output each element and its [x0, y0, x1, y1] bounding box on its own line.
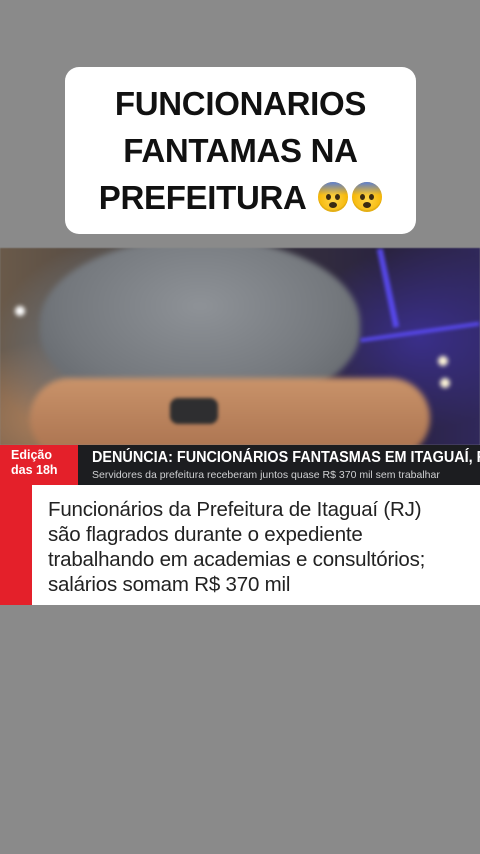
video-watch: [170, 398, 218, 424]
edition-badge: Edição das 18h: [0, 445, 78, 485]
caption-line-3-text: PREFEITURA: [98, 179, 306, 216]
edition-time: das 18h: [11, 463, 58, 477]
caption-line-1: FUNCIONARIOS: [114, 85, 367, 122]
fearful-face-icon: [318, 182, 349, 212]
video-person-arm: [30, 378, 430, 445]
news-subline: Servidores da prefeitura receberam junto…: [92, 469, 440, 481]
caption-line-3: PREFEITURA: [99, 174, 383, 221]
story-card: Funcionários da Prefeitura de Itaguaí (R…: [0, 485, 480, 605]
caption-box: FUNCIONARIOS FANTAMAS NA PREFEITURA: [65, 67, 416, 234]
news-headline: DENÚNCIA: FUNCIONÁRIOS FANTASMAS EM ITAG…: [92, 449, 480, 466]
story-accent-bar: [0, 485, 32, 605]
fearful-face-icon: [352, 182, 383, 212]
video-frame[interactable]: [0, 248, 480, 445]
edition-label: Edição: [11, 448, 52, 462]
story-line: Funcionários da Prefeitura de Itaguaí (R…: [48, 498, 422, 521]
story-line: são flagrados durante o expediente: [48, 523, 363, 546]
news-lower-third: Edição das 18h DENÚNCIA: FUNCIONÁRIOS FA…: [0, 445, 480, 485]
story-line: salários somam R$ 370 mil: [48, 573, 291, 596]
story-line: trabalhando em academias e consultórios;: [48, 548, 426, 571]
caption-line-2: FANTAMAS NA: [123, 132, 358, 169]
story-text: Funcionários da Prefeitura de Itaguaí (R…: [48, 497, 478, 597]
